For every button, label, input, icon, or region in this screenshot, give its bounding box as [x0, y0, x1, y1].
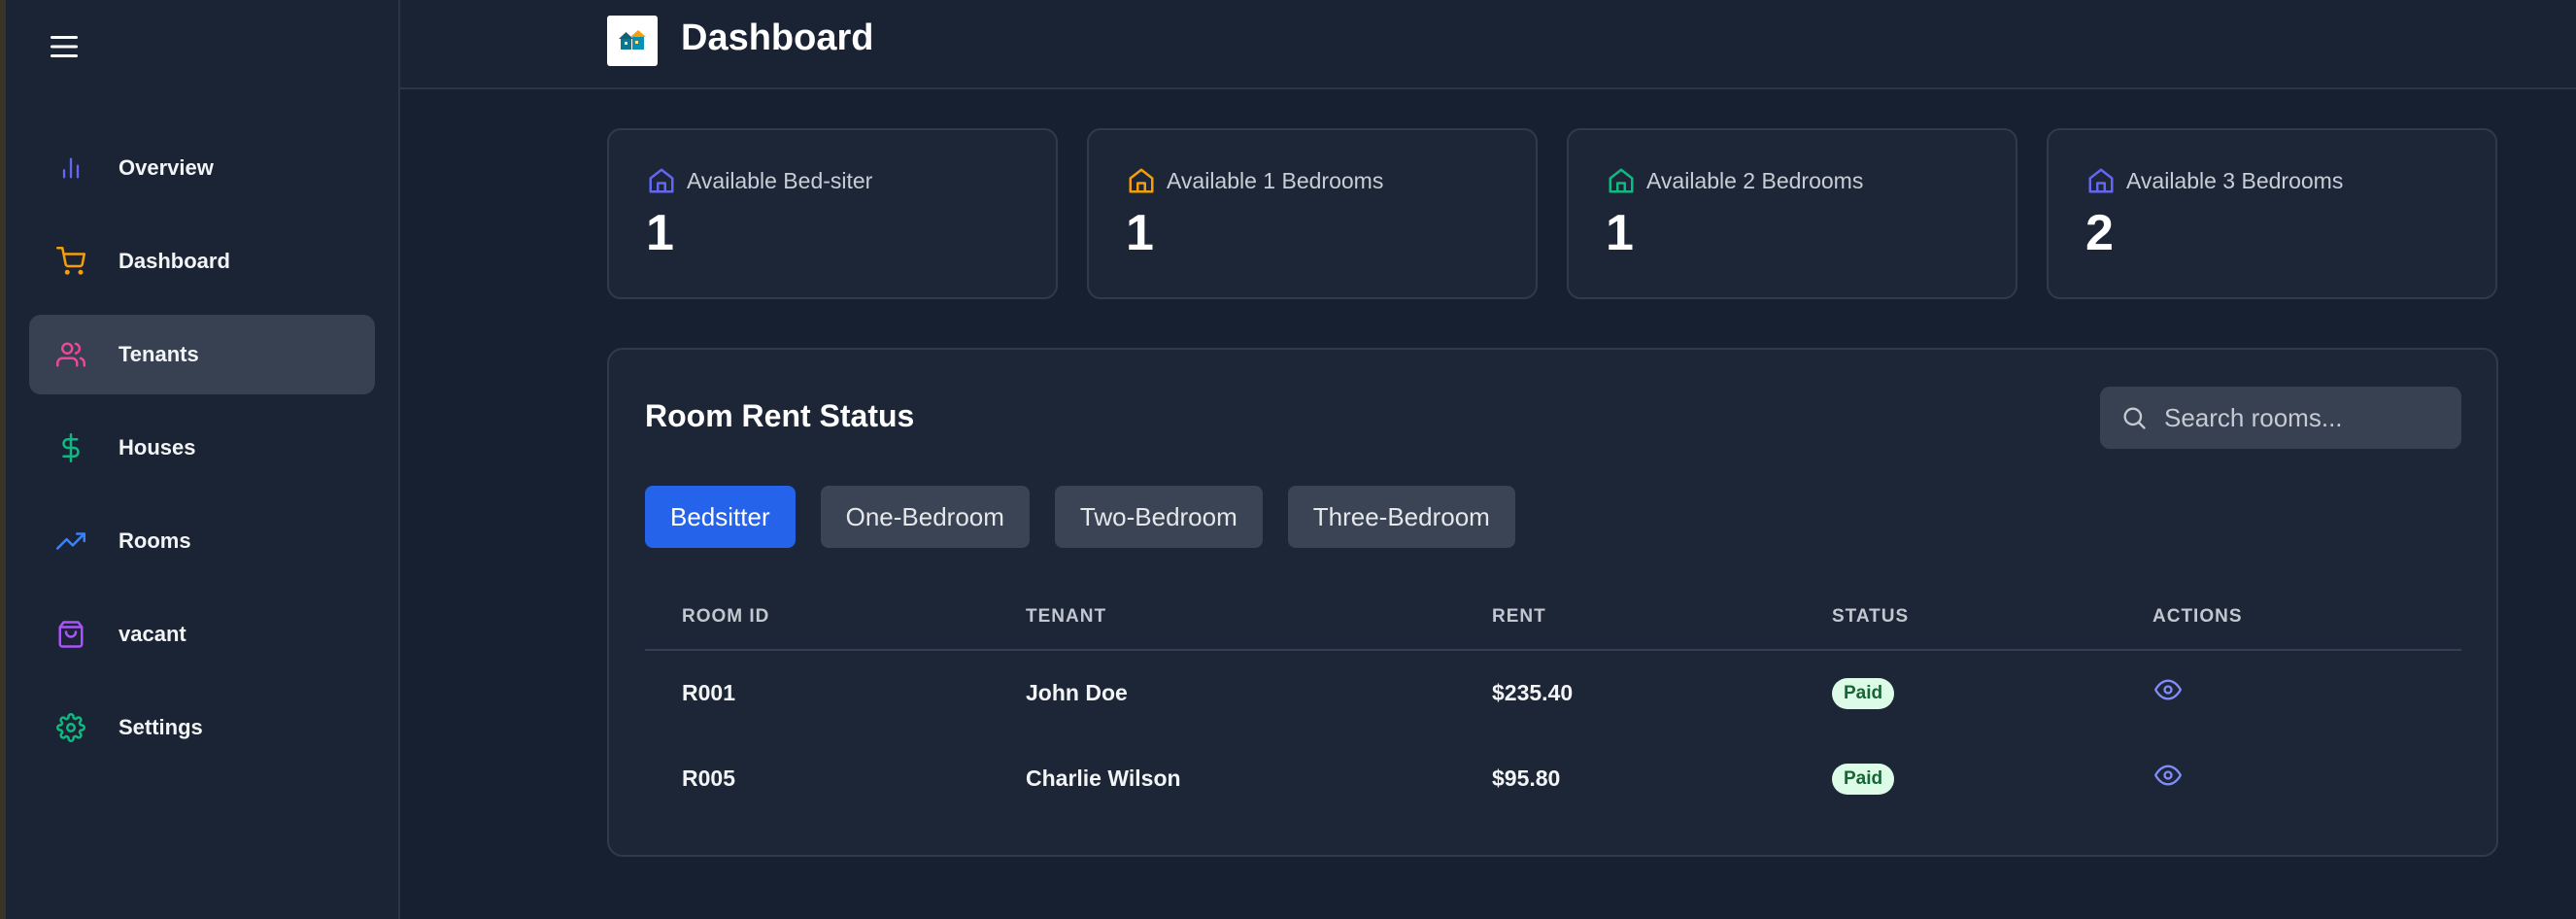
- stat-value: 1: [646, 205, 674, 261]
- sidebar-item-label: Houses: [119, 435, 196, 460]
- shopping-cart-icon: [52, 243, 89, 280]
- house-logo-icon: [607, 16, 658, 66]
- page-title: Dashboard: [681, 17, 874, 58]
- rent-table: ROOM ID TENANT RENT STATUS ACTIONS R001 …: [645, 593, 2461, 822]
- shopping-bag-icon: [52, 616, 89, 653]
- room-rent-status-panel: Room Rent Status Bedsitter One-Bedroom T…: [607, 348, 2498, 857]
- stat-card-bedsitter: Available Bed-siter 1: [607, 128, 1058, 299]
- sidebar-item-label: Rooms: [119, 528, 191, 553]
- column-header-status[interactable]: STATUS: [1832, 606, 1909, 628]
- home-icon: [1126, 165, 1157, 196]
- stat-card-three-bedroom: Available 3 Bedrooms 2: [2047, 128, 2497, 299]
- stat-label: Available 3 Bedrooms: [2126, 167, 2344, 193]
- tab-one-bedroom[interactable]: One-Bedroom: [820, 486, 1030, 548]
- sidebar-item-rooms[interactable]: Rooms: [29, 501, 375, 581]
- sidebar-item-overview[interactable]: Overview: [29, 128, 375, 208]
- dollar-sign-icon: [52, 429, 89, 466]
- status-badge: Paid: [1832, 764, 1895, 795]
- gear-icon: [52, 709, 89, 746]
- cell-room-id: R005: [682, 766, 735, 791]
- table-row: R001 John Doe $235.40 Paid: [645, 651, 2461, 736]
- sidebar-item-label: Dashboard: [119, 249, 230, 273]
- users-icon: [52, 336, 89, 373]
- sidebar-item-dashboard[interactable]: Dashboard: [29, 221, 375, 301]
- sidebar-item-tenants[interactable]: Tenants: [29, 315, 375, 394]
- tab-bedsitter[interactable]: Bedsitter: [645, 486, 796, 548]
- stat-label: Available 2 Bedrooms: [1646, 167, 1864, 193]
- cell-rent: $235.40: [1492, 680, 1574, 705]
- sidebar-item-houses[interactable]: Houses: [29, 408, 375, 488]
- column-header-actions: ACTIONS: [2152, 606, 2243, 627]
- sidebar-item-label: Tenants: [119, 342, 199, 366]
- cell-tenant: John Doe: [1026, 680, 1128, 705]
- trending-up-icon: [52, 523, 89, 560]
- hamburger-menu-icon[interactable]: [43, 25, 85, 68]
- stat-label: Available 1 Bedrooms: [1167, 167, 1384, 193]
- column-header-tenant[interactable]: TENANT: [1026, 606, 1106, 628]
- eye-icon[interactable]: [2152, 760, 2184, 791]
- sidebar-item-label: Settings: [119, 715, 203, 739]
- stat-value: 1: [1606, 205, 1634, 261]
- table-header: ROOM ID TENANT RENT STATUS ACTIONS: [645, 593, 2461, 651]
- eye-icon[interactable]: [2152, 674, 2184, 705]
- panel-title: Room Rent Status: [645, 398, 915, 433]
- table-row: R005 Charlie Wilson $95.80 Paid: [645, 736, 2461, 822]
- sidebar-item-vacant[interactable]: vacant: [29, 595, 375, 674]
- home-icon: [1606, 165, 1637, 196]
- cell-tenant: Charlie Wilson: [1026, 766, 1181, 791]
- sidebar-nav: Overview Dashboard Tenants Houses Rooms: [29, 128, 375, 781]
- stat-card-two-bedroom: Available 2 Bedrooms 1: [1567, 128, 2017, 299]
- column-header-room-id[interactable]: ROOM ID: [682, 606, 769, 628]
- sidebar-item-label: vacant: [119, 622, 186, 646]
- stat-card-one-bedroom: Available 1 Bedrooms 1: [1087, 128, 1538, 299]
- sidebar-item-label: Overview: [119, 155, 214, 180]
- search-box[interactable]: [2100, 387, 2461, 449]
- top-bar: Dashboard: [400, 0, 2576, 89]
- search-icon: [2119, 403, 2149, 432]
- room-type-tabs: Bedsitter One-Bedroom Two-Bedroom Three-…: [645, 486, 1541, 548]
- cell-room-id: R001: [682, 680, 735, 705]
- stat-value: 1: [1126, 205, 1154, 261]
- stat-value: 2: [2085, 205, 2114, 261]
- stat-label: Available Bed-siter: [687, 167, 873, 193]
- sidebar: Overview Dashboard Tenants Houses Rooms: [6, 0, 400, 919]
- bar-chart-icon: [52, 150, 89, 187]
- tab-two-bedroom[interactable]: Two-Bedroom: [1054, 486, 1263, 548]
- tab-three-bedroom[interactable]: Three-Bedroom: [1287, 486, 1515, 548]
- cell-rent: $95.80: [1492, 766, 1561, 791]
- home-icon: [2085, 165, 2117, 196]
- home-icon: [646, 165, 677, 196]
- status-badge: Paid: [1832, 678, 1895, 709]
- search-input[interactable]: [2162, 401, 2448, 434]
- column-header-rent[interactable]: RENT: [1492, 606, 1546, 628]
- sidebar-item-settings[interactable]: Settings: [29, 688, 375, 767]
